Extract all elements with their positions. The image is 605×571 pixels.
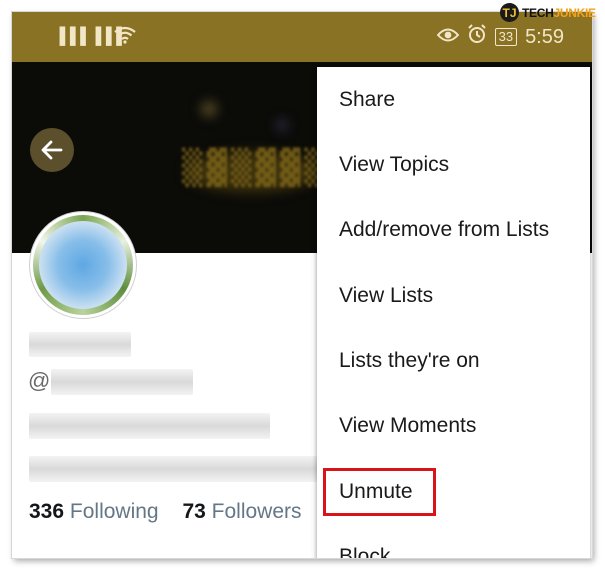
followers-count: 73 [182,500,206,523]
blurred-handle [51,369,193,395]
clock-time: 5:59 [525,25,564,48]
following-label: Following [69,500,159,523]
phone-screen: ▐▐▐ ▐▐▐ 33 5:59 ▒▓▒▓▓▒ @ 336 Following 7… [12,12,592,558]
blurred-bio-line-2 [29,456,321,482]
avatar[interactable] [30,212,136,318]
menu-item-add-remove-lists[interactable]: Add/remove from Lists [339,218,549,242]
menu-item-block[interactable]: Block [339,545,390,558]
follow-stats: 336 Following 73 Followers [29,500,302,524]
blurred-display-name [29,332,131,357]
menu-item-view-moments[interactable]: View Moments [339,414,476,438]
back-button[interactable] [30,128,74,172]
followers-link[interactable]: 73 Followers [182,500,301,523]
following-count: 336 [29,500,65,523]
overflow-menu: Share View Topics Add/remove from Lists … [317,67,590,558]
alarm-icon [467,24,487,50]
wifi-icon [114,26,136,49]
followers-label: Followers [211,500,302,523]
banner-artwork: ▒▓▒▓▓▒ [182,148,329,188]
blurred-bio-line [29,413,270,439]
menu-item-share[interactable]: Share [339,88,395,112]
battery-icon: 33 [494,28,518,46]
menu-item-lists-theyre-on[interactable]: Lists they're on [339,349,480,373]
highlight-box [323,468,436,516]
logo-mark-icon: TJ [500,3,519,22]
techjunkie-logo: TJ TECHJUNKIE [500,3,596,22]
arrow-left-icon [41,140,63,160]
signal-icon: ▐▐▐ [54,28,86,45]
logo-text-tech: TECH [522,5,554,20]
menu-item-view-topics[interactable]: View Topics [339,153,449,177]
following-link[interactable]: 336 Following [29,500,159,523]
menu-item-view-lists[interactable]: View Lists [339,284,433,308]
handle-prefix: @ [28,368,51,393]
eye-icon [436,26,459,49]
logo-text-junkie: JUNKIE [553,5,596,20]
